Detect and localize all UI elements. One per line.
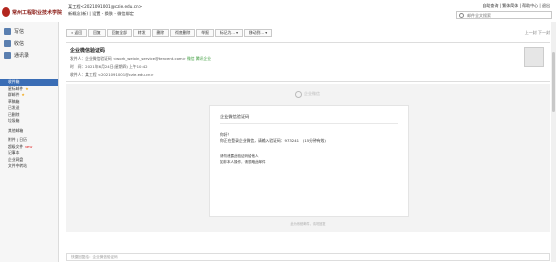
sender-avatar: [524, 47, 544, 67]
folder-label: 垃圾箱: [8, 118, 20, 123]
security-note-2: 如非本人操作，请忽略此邮件: [220, 159, 266, 164]
folder-label: 收件箱: [8, 79, 20, 84]
from-text[interactable]: 发件人：企业微信验证码 <work_weixin_service@tencent…: [70, 56, 186, 61]
top-links[interactable]: 自助查询 | 繁体简体 | 帮助中心 | 退出: [482, 3, 550, 9]
wecom-brand-text: 企业微信: [304, 91, 320, 96]
inbox-icon: [4, 40, 11, 47]
mail-header: 企业微信验证码 发件人：企业微信验证码 <work_weixin_service…: [66, 42, 550, 82]
top-bar: 常州工程职业技术学院 某工程<2021091001@czie.edu.cn> 新…: [0, 0, 556, 22]
wecom-brand: 企业微信: [295, 89, 347, 99]
folder-list: 收件箱 星标邮件 ★ 群邮件 ★ 草稿箱 已发送 已删除 垃圾箱 其他邮箱 附件 | 日历 超级文件 N…: [0, 79, 58, 170]
star-icon: ★: [21, 92, 25, 97]
folder-label: 已发送: [8, 105, 20, 110]
receive-button[interactable]: 收信: [4, 39, 24, 48]
mail-from: 发件人：企业微信验证码 <work_weixin_service@tencent…: [70, 56, 546, 62]
mail-pager[interactable]: 上一封 下一封: [525, 30, 550, 36]
star-icon: ★: [25, 85, 29, 91]
scrollbar[interactable]: [551, 22, 556, 262]
compose-button[interactable]: 写信: [4, 27, 24, 36]
folder-label: 其他邮箱: [8, 127, 24, 133]
card-divider: [220, 123, 398, 124]
folder-label: 记事本: [8, 150, 20, 155]
folder-label: 文件中转站: [8, 163, 27, 168]
pen-icon: [4, 28, 11, 35]
contacts-button[interactable]: 通讯录: [4, 51, 29, 60]
toolbar-button[interactable]: 删除: [151, 29, 170, 37]
folder-label: 星标邮件: [8, 85, 24, 91]
sidebar-folder[interactable]: 文件中转站: [0, 163, 58, 170]
folder-label: 草稿箱: [8, 98, 20, 104]
folder-label: 群邮件: [8, 92, 20, 97]
new-badge: NEW: [25, 144, 33, 149]
system-footer: 此为系统邮件，请勿回复: [290, 222, 326, 226]
verification-card: 企业微信验证码 你好！ 你正在登录企业微信，请输入验证码：973241 (15分…: [209, 105, 409, 217]
toolbar-button[interactable]: 转发: [132, 29, 151, 37]
compose-label: 写信: [14, 29, 25, 35]
school-logo[interactable]: 常州工程职业技术学院: [2, 6, 62, 18]
toolbar-button[interactable]: 回复: [88, 29, 106, 37]
card-title: 企业微信验证码: [220, 114, 250, 119]
toolbar-button[interactable]: 彻底删除: [170, 29, 196, 37]
user-account: 某工程<2021091001@czie.edu.cn>: [68, 4, 143, 9]
search-box[interactable]: [456, 11, 552, 19]
folder-label: 企业网盘: [8, 156, 24, 162]
folder-label: 超级文件: [8, 143, 24, 149]
mail-time: 时 间：2021年6月24日(星期四) 上午10:42: [70, 64, 148, 69]
user-links[interactable]: 新概念(新) | 设置 - 换肤 - 微信绑定: [68, 11, 134, 17]
logo-emblem-icon: [2, 7, 10, 17]
folder-label: 附件 | 日历: [8, 137, 27, 142]
contacts-icon: [4, 52, 11, 59]
mail-to: 收件人：某工程 <2021091001@czie.edu.cn>: [70, 72, 154, 77]
wecom-logo-icon: [295, 90, 302, 98]
toolbar-button[interactable]: 举报: [196, 29, 214, 37]
logo-text: 常州工程职业技术学院: [11, 9, 62, 16]
contacts-label: 通讯录: [14, 53, 30, 59]
scrollbar-thumb[interactable]: [552, 52, 555, 112]
receive-label: 收信: [14, 41, 25, 47]
mail-toolbar: « 返回 回复 回复全部 转发 删除 彻底删除 举报 标记为... ▾ 移动到... ▾: [66, 29, 273, 37]
toolbar-button[interactable]: 移动到... ▾: [244, 29, 273, 37]
from-badge: 微信 腾讯企业: [187, 56, 212, 61]
mail-body: 企业微信 企业微信验证码 你好！ 你正在登录企业微信，请输入验证码：973241…: [66, 84, 550, 232]
toolbar-button[interactable]: 回复全部: [106, 29, 132, 37]
folder-label: 已删除: [8, 111, 20, 117]
sidebar: 写信 收信 通讯录 收件箱 星标邮件 ★ 群邮件 ★ 草稿箱 已发送 已删除 垃圾箱 其他邮箱 附件…: [0, 22, 59, 262]
toolbar-button[interactable]: 标记为... ▾: [214, 29, 243, 37]
toolbar-button[interactable]: « 返回: [66, 29, 88, 37]
search-icon: [459, 13, 464, 18]
main-panel: « 返回 回复 回复全部 转发 删除 彻底删除 举报 标记为... ▾ 移动到... ▾ 上一封…: [60, 22, 556, 262]
search-input[interactable]: [457, 12, 537, 18]
quick-reply-input[interactable]: 快捷回复给：企业微信验证码: [66, 253, 550, 261]
mail-subject: 企业微信验证码: [70, 48, 106, 54]
